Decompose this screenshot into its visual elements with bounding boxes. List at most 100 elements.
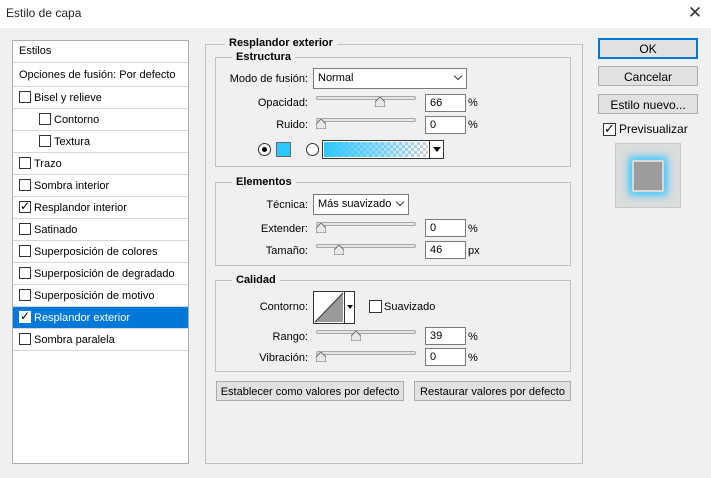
style-checkbox[interactable]: [39, 113, 51, 125]
style-item-label: Sombra interior: [34, 180, 110, 192]
style-item[interactable]: Bisel y relieve: [13, 87, 188, 109]
technique-value: Más suavizado: [318, 198, 392, 210]
contour-label: Contorno:: [259, 301, 308, 313]
slider-track: [316, 222, 416, 226]
style-checkbox[interactable]: [19, 157, 31, 169]
structure-title: Estructura: [232, 51, 296, 63]
style-item-label: Textura: [54, 136, 91, 148]
style-preview: [615, 143, 681, 208]
make-default-button[interactable]: Establecer como valores por defecto: [216, 381, 404, 401]
style-item-label: Sombra paralela: [34, 334, 115, 346]
blend-mode-select[interactable]: Normal: [313, 68, 467, 89]
noise-input[interactable]: 0: [425, 116, 466, 134]
style-item[interactable]: Superposición de degradado: [13, 263, 188, 285]
size-label: Tamaño:: [265, 245, 308, 257]
style-item[interactable]: Superposición de colores: [13, 241, 188, 263]
style-item[interactable]: Sombra paralela: [13, 329, 188, 351]
noise-unit: %: [468, 119, 478, 131]
gradient-preview: [324, 142, 428, 157]
color-radio[interactable]: [258, 143, 271, 156]
slider-track: [316, 96, 416, 100]
style-item[interactable]: Trazo: [13, 153, 188, 175]
style-checkbox[interactable]: [19, 309, 31, 323]
technique-select[interactable]: Más suavizado: [313, 194, 409, 215]
style-item-label: Resplandor interior: [34, 202, 127, 214]
cancel-button[interactable]: Cancelar: [598, 66, 698, 86]
style-item[interactable]: Resplandor exterior: [13, 307, 188, 329]
spread-input[interactable]: 0: [425, 219, 466, 237]
style-checkbox[interactable]: [19, 245, 31, 257]
antialias-checkbox[interactable]: [369, 300, 382, 313]
style-item[interactable]: Satinado: [13, 219, 188, 241]
styles-header-label: Estilos: [19, 45, 52, 57]
outer-glow-title: Resplandor exterior: [225, 37, 337, 49]
style-item[interactable]: Resplandor interior: [13, 197, 188, 219]
style-checkbox[interactable]: [39, 135, 51, 147]
noise-label: Ruido:: [276, 119, 308, 131]
reset-default-button[interactable]: Restaurar valores por defecto: [414, 381, 571, 401]
gradient-picker[interactable]: [322, 140, 444, 159]
jitter-input[interactable]: 0: [425, 348, 466, 366]
gradient-dropdown[interactable]: [429, 141, 443, 158]
style-checkbox[interactable]: [19, 179, 31, 191]
slider-thumb[interactable]: [334, 245, 344, 255]
antialias-label: Suavizado: [384, 301, 436, 313]
styles-header[interactable]: Estilos: [13, 41, 188, 63]
blend-mode-value: Normal: [318, 72, 354, 84]
style-item-label: Superposición de degradado: [34, 268, 175, 280]
blend-options-item[interactable]: Opciones de fusión: Por defecto: [13, 63, 188, 87]
style-item[interactable]: Textura: [13, 131, 188, 153]
styles-list: Estilos Opciones de fusión: Por defecto …: [12, 40, 189, 464]
new-style-button[interactable]: Estilo nuevo...: [598, 94, 698, 114]
style-checkbox[interactable]: [19, 267, 31, 279]
style-item-label: Contorno: [54, 114, 100, 126]
contour-picker[interactable]: [313, 291, 355, 324]
style-item-label: Satinado: [34, 224, 78, 236]
opacity-unit: %: [468, 97, 478, 109]
preview-label: Previsualizar: [619, 122, 688, 136]
technique-label: Técnica:: [266, 199, 308, 211]
opacity-label: Opacidad:: [257, 97, 308, 109]
triangle-down-icon: [433, 147, 441, 152]
jitter-unit: %: [468, 352, 478, 364]
close-icon[interactable]: ✕: [686, 4, 704, 22]
chevron-down-icon: [395, 197, 405, 207]
spread-label: Extender:: [260, 223, 308, 235]
slider-track: [316, 244, 416, 248]
blend-mode-label: Modo de fusión:: [229, 73, 308, 85]
style-checkbox[interactable]: [19, 289, 31, 301]
ok-button[interactable]: OK: [598, 38, 698, 59]
size-input[interactable]: 46: [425, 241, 466, 259]
glow-color-swatch[interactable]: [276, 142, 291, 157]
slider-thumb[interactable]: [316, 119, 326, 129]
style-item[interactable]: Sombra interior: [13, 175, 188, 197]
elements-title: Elementos: [232, 176, 296, 188]
slider-thumb[interactable]: [316, 352, 326, 362]
gradient-radio[interactable]: [306, 143, 319, 156]
style-item[interactable]: Contorno: [13, 109, 188, 131]
style-item-label: Bisel y relieve: [34, 92, 102, 104]
range-unit: %: [468, 331, 478, 343]
blend-options-label: Opciones de fusión: Por defecto: [19, 69, 176, 81]
style-checkbox[interactable]: [19, 333, 31, 345]
style-checkbox[interactable]: [19, 199, 31, 213]
range-input[interactable]: 39: [425, 327, 466, 345]
opacity-input[interactable]: 66: [425, 94, 466, 112]
title-bar: [0, 0, 711, 28]
contour-dropdown[interactable]: [344, 292, 354, 323]
slider-thumb[interactable]: [316, 223, 326, 233]
slider-track: [316, 118, 416, 122]
spread-unit: %: [468, 223, 478, 235]
preview-checkbox[interactable]: [603, 121, 616, 137]
style-item-label: Resplandor exterior: [34, 312, 130, 324]
style-checkbox[interactable]: [19, 223, 31, 235]
style-item-label: Superposición de colores: [34, 246, 158, 258]
style-checkbox[interactable]: [19, 91, 31, 103]
slider-thumb[interactable]: [351, 331, 361, 341]
style-item-label: Superposición de motivo: [34, 290, 155, 302]
contour-icon: [314, 292, 344, 323]
style-item[interactable]: Superposición de motivo: [13, 285, 188, 307]
slider-thumb[interactable]: [375, 97, 385, 107]
chevron-down-icon: [453, 71, 463, 81]
preview-square: [632, 160, 664, 192]
